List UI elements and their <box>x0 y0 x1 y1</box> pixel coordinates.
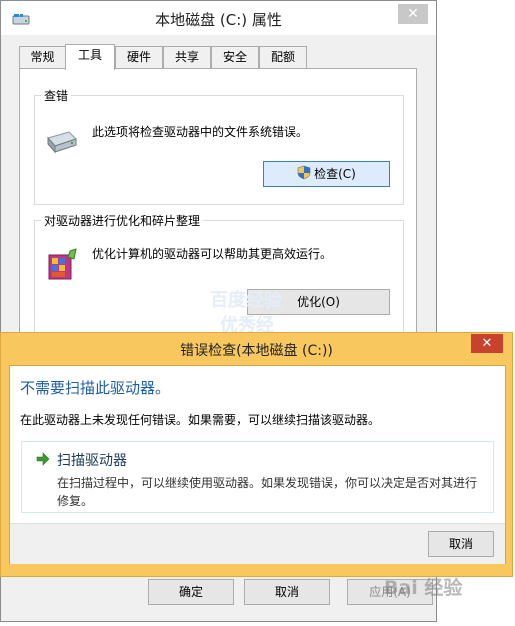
check-button-label: 检查(C) <box>314 167 356 181</box>
uac-shield-icon <box>297 165 311 180</box>
tab-security[interactable]: 安全 <box>211 46 259 68</box>
scan-drive-command-link[interactable]: 扫描驱动器 在扫描过程中，可以继续使用驱动器。如果发现错误，你可以决定是否对其进… <box>21 441 494 513</box>
title-bar: 本地磁盘 (C:) 属性 ✕ <box>1 1 436 35</box>
dialog-heading: 不需要扫描此驱动器。 <box>20 379 171 397</box>
close-button[interactable]: ✕ <box>471 334 503 353</box>
tab-quota[interactable]: 配额 <box>259 46 307 68</box>
dialog-message: 在此驱动器上未发现任何错误。如果需要，可以继续扫描该驱动器。 <box>20 413 381 427</box>
dialog-footer: 取消 <box>10 523 505 564</box>
tab-sharing[interactable]: 共享 <box>163 46 211 68</box>
defrag-icon <box>48 248 77 280</box>
error-checking-group: 查错 此选项将检查驱动器中的文件系统错误。 检查(C) <box>34 87 404 205</box>
group-title: 查错 <box>41 87 72 104</box>
watermark-text: 百度经验 <box>210 290 282 311</box>
tab-general[interactable]: 常规 <box>19 46 66 68</box>
scan-drive-description: 在扫描过程中，可以继续使用驱动器。如果发现错误，你可以决定是否对其进行修复。 <box>57 476 478 508</box>
scan-drive-title: 扫描驱动器 <box>57 453 127 469</box>
group-title: 对驱动器进行优化和碎片整理 <box>41 212 204 229</box>
error-check-dialog: 错误检查(本地磁盘 (C:)) ✕ 不需要扫描此驱动器。 在此驱动器上未发现任何… <box>0 332 513 577</box>
dialog-title: 错误检查(本地磁盘 (C:)) <box>180 343 333 359</box>
cancel-button[interactable]: 取消 <box>244 579 330 605</box>
cancel-button[interactable]: 取消 <box>428 531 494 557</box>
error-checking-description: 此选项将检查驱动器中的文件系统错误。 <box>92 125 309 139</box>
drive-icon <box>47 131 77 154</box>
tab-hardware[interactable]: 硬件 <box>115 46 163 68</box>
optimize-group: 对驱动器进行优化和碎片整理 优化计算机的驱动器可以帮助其更高效运行。 优化(O) <box>34 212 404 347</box>
optimize-description: 优化计算机的驱动器可以帮助其更高效运行。 <box>92 247 333 261</box>
baidu-watermark: Bai 经验 <box>384 577 463 599</box>
window-title: 本地磁盘 (C:) 属性 <box>155 11 282 29</box>
ok-button[interactable]: 确定 <box>148 579 234 605</box>
tab-tools[interactable]: 工具 <box>65 44 115 70</box>
check-button[interactable]: 检查(C) <box>263 161 390 187</box>
green-arrow-icon <box>36 452 50 466</box>
close-button[interactable]: ✕ <box>398 4 428 24</box>
tools-tab-panel: 查错 此选项将检查驱动器中的文件系统错误。 检查(C) 对驱动器进行优化和碎片整… <box>19 68 417 347</box>
